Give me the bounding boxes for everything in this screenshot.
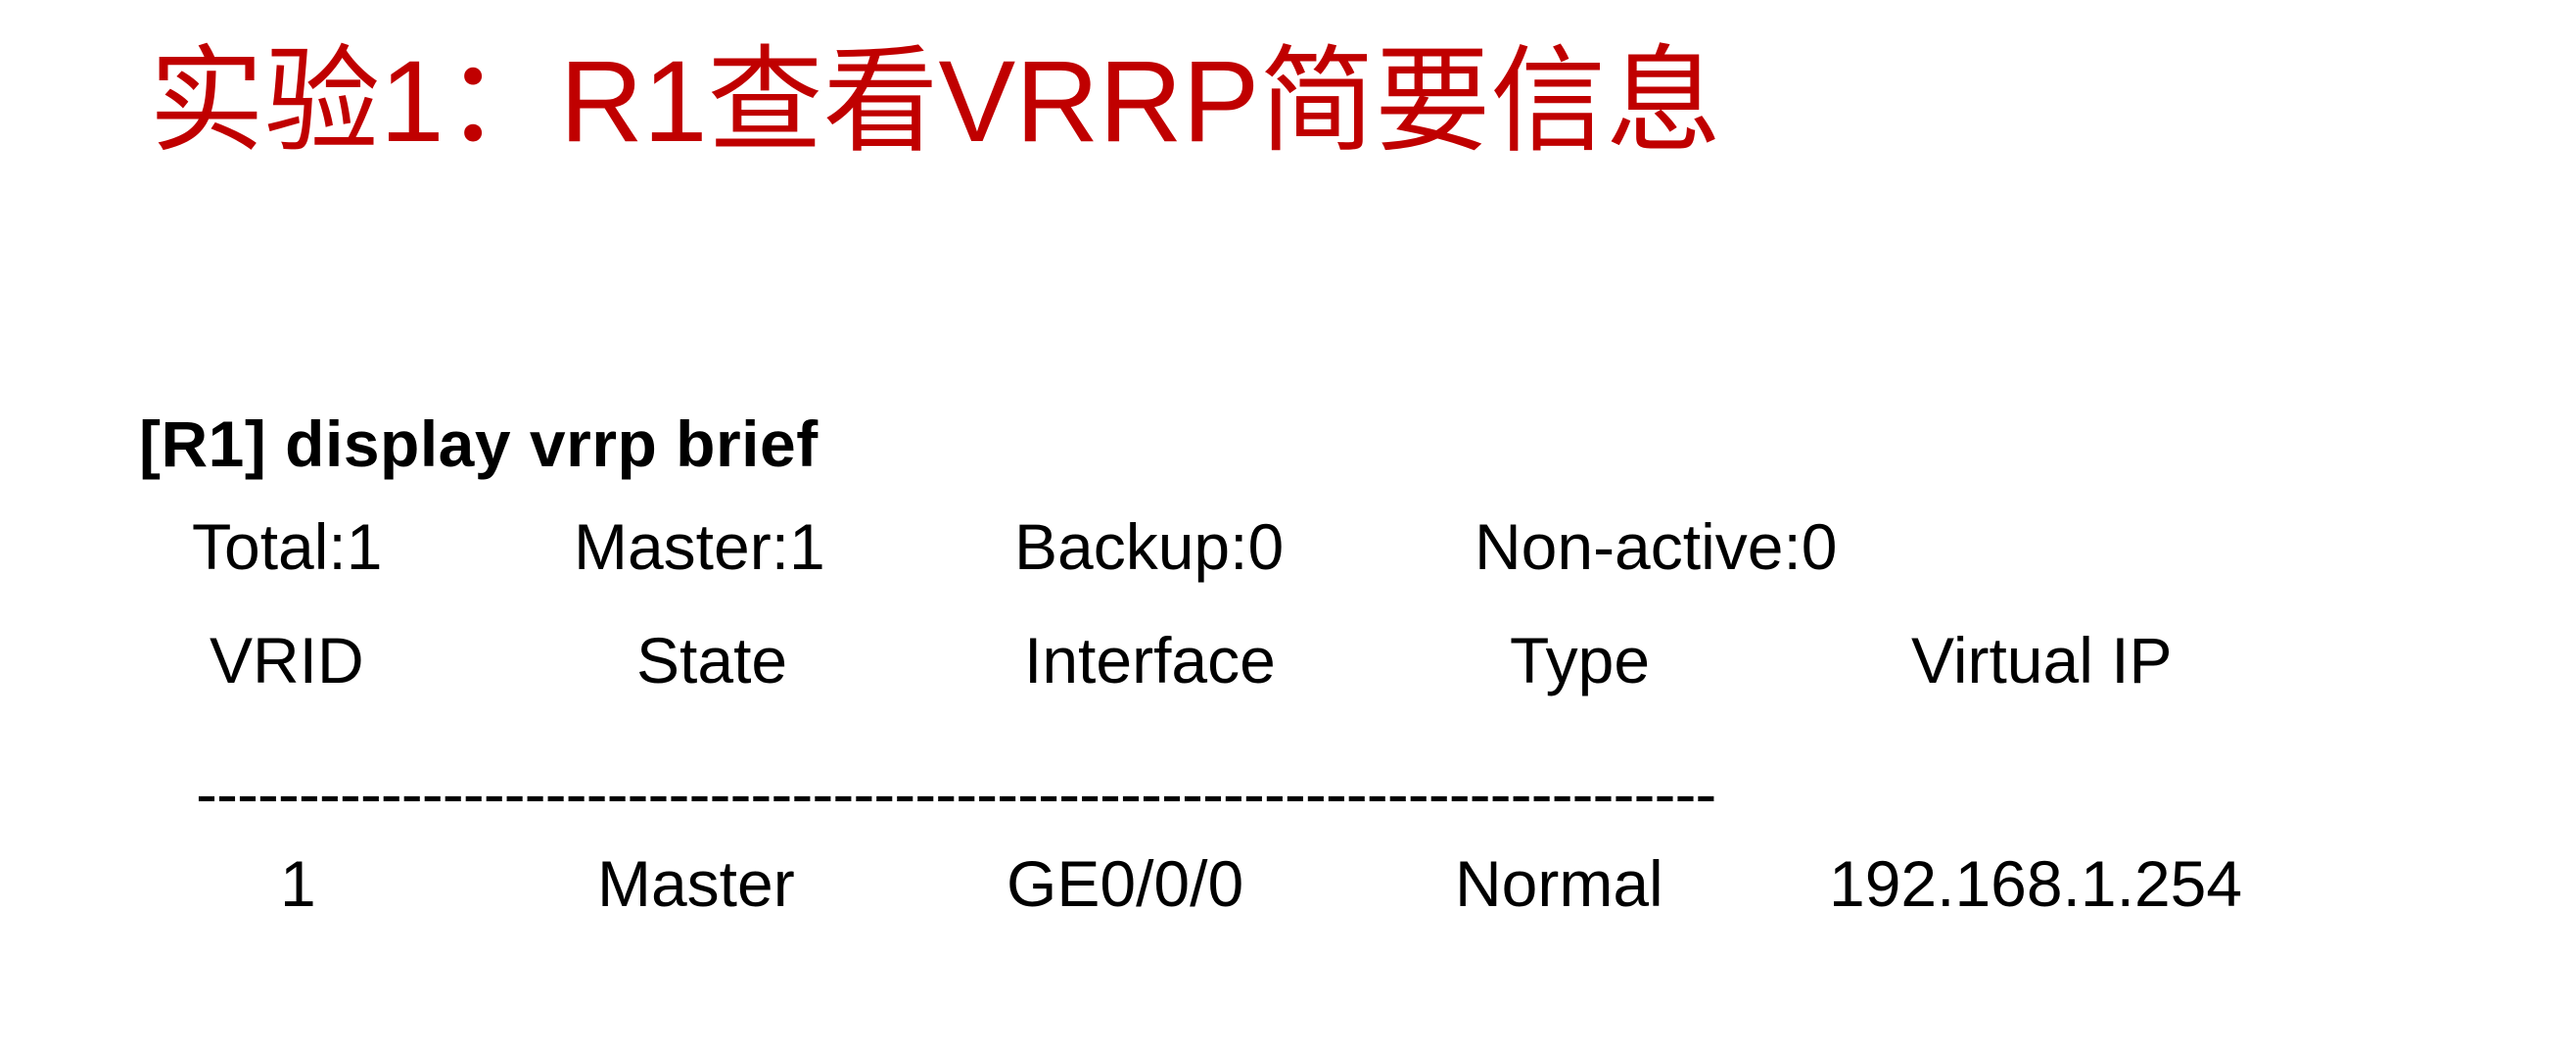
column-header-state: State <box>636 624 788 696</box>
column-header-vrid: VRID <box>210 624 364 696</box>
cell-vrid: 1 <box>280 847 316 920</box>
table-divider: ----------------------------------------… <box>0 752 2576 835</box>
vrrp-summary-row: Total:1 Master:1 Backup:0 Non-active:0 <box>0 505 2576 588</box>
cli-command-line: [R1] display vrrp brief <box>139 407 819 480</box>
vrrp-non-active-count: Non-active:0 <box>1475 510 1838 583</box>
page-title: 实验1：R1查看VRRP简要信息 <box>149 37 1722 167</box>
vrrp-master-count: Master:1 <box>574 510 825 583</box>
cell-type: Normal <box>1455 847 1663 920</box>
cell-state: Master <box>597 847 795 920</box>
column-header-interface: Interface <box>1024 624 1276 696</box>
vrrp-table-header-row: VRID State Interface Type Virtual IP <box>0 619 2576 701</box>
column-header-type: Type <box>1510 624 1651 696</box>
slide-canvas: 实验1：R1查看VRRP简要信息 [R1] display vrrp brief… <box>0 0 2576 1054</box>
divider-dashes: ----------------------------------------… <box>196 757 1716 830</box>
cell-virtual-ip: 192.168.1.254 <box>1829 847 2243 920</box>
vrrp-total-count: Total:1 <box>192 510 383 583</box>
column-header-virtual-ip: Virtual IP <box>1911 624 2173 696</box>
cell-interface: GE0/0/0 <box>1007 847 1244 920</box>
table-row: 1 Master GE0/0/0 Normal 192.168.1.254 <box>0 842 2576 925</box>
vrrp-backup-count: Backup:0 <box>1014 510 1285 583</box>
